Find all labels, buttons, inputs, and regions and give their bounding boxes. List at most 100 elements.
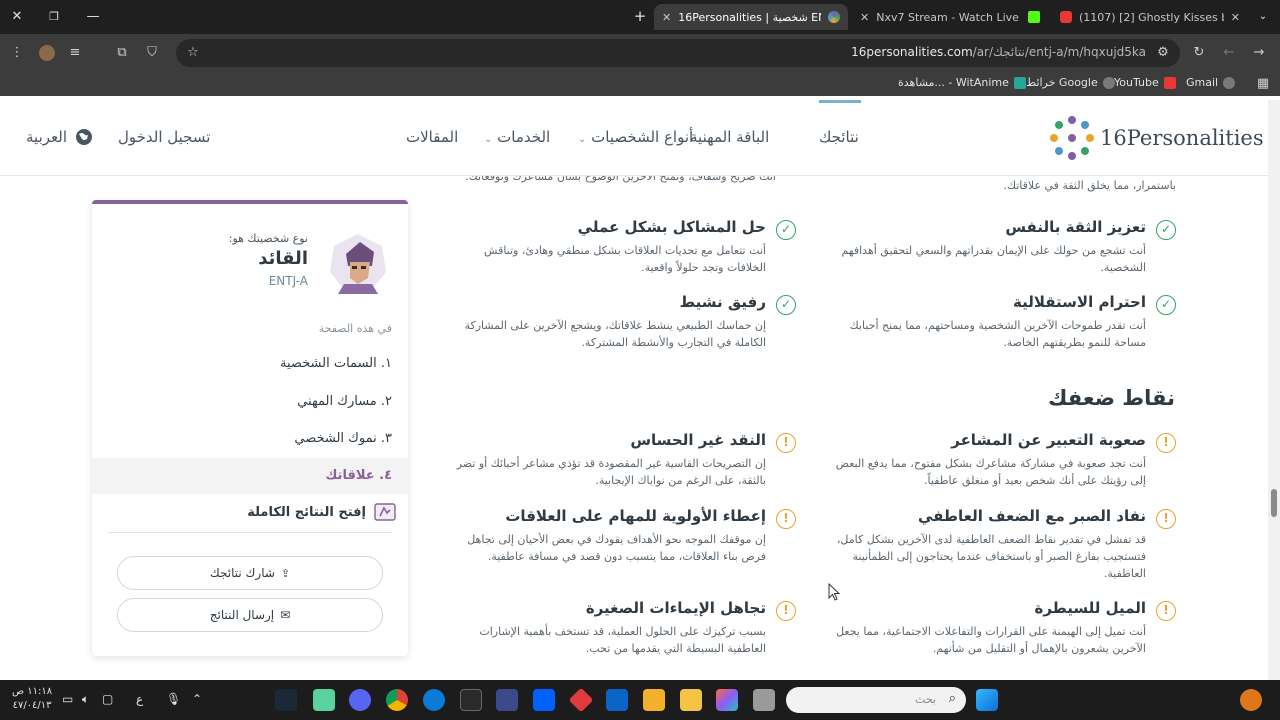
unlock-label: إفتح النتائج الكاملة — [247, 504, 366, 520]
bookmark-label: خرائط Google — [1026, 76, 1098, 89]
nav-label: الخدمات — [497, 128, 551, 146]
warning-icon: ! — [1156, 509, 1176, 529]
login-link[interactable]: تسجيل الدخول — [118, 128, 210, 146]
weakness-description: أنت تجد صعوبة في مشاركة مشاعرك بشكل مفتو… — [835, 457, 1146, 487]
taskbar-search[interactable]: بحث ⌕ — [786, 687, 966, 713]
steam-icon[interactable] — [275, 689, 297, 711]
checkmark-icon: ✓ — [1156, 295, 1176, 315]
minimize-window-icon[interactable]: — — [84, 8, 102, 26]
app-gray-icon[interactable] — [753, 689, 775, 711]
windows-start-icon[interactable] — [976, 689, 998, 711]
weakness-title: الميل للسيطرة — [1034, 599, 1146, 617]
youtube-favicon-icon — [1060, 11, 1072, 23]
show-hidden-icons-chevron-icon[interactable]: ⌃ — [192, 692, 202, 706]
app-red-icon[interactable] — [568, 687, 594, 713]
bookmarks-bar: Gmail YouTube خرائط Google مشاهدة... - W… — [0, 72, 1280, 96]
chevron-down-icon: ⌄ — [578, 134, 587, 145]
envelope-icon: ✉ — [280, 608, 291, 622]
close-tab-icon[interactable]: ✕ — [860, 11, 869, 24]
epic-games-icon[interactable] — [460, 689, 482, 711]
outlook-icon[interactable] — [606, 689, 628, 711]
system-clock[interactable]: ١١:١٨ ص ٤٧/٠٤/١٣ — [12, 685, 52, 713]
checkmark-icon: ✓ — [776, 220, 796, 240]
logo-dots-icon — [1050, 116, 1094, 160]
sidebar-link-career[interactable]: ٢. مسارك المهني — [104, 384, 396, 420]
playlist-icon[interactable]: ≡ — [66, 44, 84, 62]
sidebar-link-traits[interactable]: ١. السمات الشخصية — [104, 346, 396, 382]
site-logo[interactable]: 16Personalities — [1050, 116, 1264, 160]
tab-kick-stream[interactable]: ✕ Nxv7 Stream - Watch Live on Ki — [852, 4, 1048, 30]
sidebar-link-relationships[interactable]: ٤. علاقاتك — [92, 458, 408, 494]
chrome-icon[interactable] — [386, 689, 408, 711]
weakness-description: إن التصريحات القاسية غير المقصودة قد تؤذ… — [456, 457, 766, 487]
screen: ✕ ❐ — + ✕ 16Personalities | شخصية ENTJ (… — [0, 0, 1280, 720]
warning-icon: ! — [776, 509, 796, 529]
send-results-button[interactable]: ✉ إرسال النتائج — [117, 598, 383, 632]
back-arrow-icon[interactable]: → — [1250, 44, 1268, 62]
network-icon[interactable]: ▢ — [102, 692, 113, 706]
close-tab-icon[interactable]: ✕ — [1231, 11, 1240, 24]
tab-search-chevron-icon[interactable]: ⌄ — [1254, 8, 1272, 26]
bookmark-star-icon[interactable]: ☆ — [184, 44, 202, 62]
clock-time: ١١:١٨ ص — [12, 686, 53, 697]
forward-arrow-icon[interactable]: ← — [1220, 44, 1238, 62]
extensions-icon[interactable]: ⧉ — [113, 44, 131, 62]
dropbox-icon[interactable] — [533, 689, 555, 711]
nav-your-results[interactable]: نتائجك — [819, 128, 859, 146]
menu-dots-icon[interactable]: ⋮ — [8, 44, 26, 62]
volume-icon[interactable]: 🔈︎ — [82, 692, 89, 707]
language-selector[interactable]: العربية — [26, 128, 93, 146]
edge-icon[interactable] — [423, 689, 445, 711]
url-text: 16personalities.com/ar/نتائجك/entj-a/m/h… — [851, 45, 1146, 59]
weakness-description: قد تفشل في تقدير نقاط الضعف العاطفية لدى… — [836, 533, 1146, 580]
restore-window-icon[interactable]: ❐ — [45, 8, 63, 26]
address-bar[interactable]: ☆ 16personalities.com/ar/نتائجك/entj-a/m… — [176, 39, 1180, 67]
checkmark-icon: ✓ — [776, 295, 796, 315]
share-results-button[interactable]: ⇪ شارك نتائجك — [117, 556, 383, 590]
app-green-icon[interactable] — [313, 689, 335, 711]
tab-16personalities[interactable]: ✕ 16Personalities | شخصية ENTJ ( — [654, 4, 848, 30]
nav-career-package[interactable]: الباقة المهنية — [690, 128, 769, 146]
unlock-full-results-link[interactable]: إفتح النتائج الكاملة — [247, 502, 396, 522]
page-scrollbar[interactable] — [1268, 100, 1280, 680]
url-path: /ar/نتائجك/entj-a/m/hqxujd5ka — [972, 45, 1146, 59]
nav-services[interactable]: الخدمات ⌄ — [484, 128, 550, 146]
all-bookmarks-icon[interactable]: ▦ — [1254, 75, 1272, 93]
warning-icon: ! — [776, 601, 796, 621]
bookmark-youtube[interactable]: YouTube — [1114, 76, 1176, 89]
app-blue-icon[interactable] — [496, 689, 518, 711]
nav-articles[interactable]: المقالات — [406, 128, 458, 146]
copilot-icon[interactable] — [716, 689, 738, 711]
search-icon: ⌕ — [948, 691, 956, 706]
witanime-icon — [1013, 76, 1026, 89]
battery-icon[interactable]: ▭ — [62, 692, 73, 706]
strength-title: حل المشاكل بشكل عملي — [577, 218, 766, 236]
bookmark-google-maps[interactable]: خرائط Google — [1026, 76, 1115, 89]
sidebar-link-growth[interactable]: ٣. نموك الشخصي — [104, 421, 396, 457]
notification-badge-icon[interactable] — [1240, 689, 1262, 711]
file-explorer-icon[interactable] — [680, 689, 702, 711]
on-this-page-label: في هذه الصفحة — [318, 322, 392, 335]
warning-icon: ! — [776, 433, 796, 453]
scrollbar-thumb[interactable] — [1271, 489, 1277, 517]
shield-icon[interactable]: ⛉ — [143, 44, 161, 62]
site-settings-icon[interactable]: ⚙ — [1154, 44, 1172, 62]
bookmark-gmail[interactable]: Gmail — [1186, 76, 1236, 89]
close-window-icon[interactable]: ✕ — [8, 8, 26, 26]
microphone-icon[interactable]: 🎙︎ — [166, 692, 181, 706]
new-tab-button[interactable]: + — [632, 8, 648, 24]
profile-avatar-icon[interactable] — [38, 44, 56, 62]
discord-icon[interactable] — [349, 689, 371, 711]
store-icon[interactable] — [643, 689, 665, 711]
close-tab-icon[interactable]: ✕ — [662, 11, 671, 24]
web-page: 16Personalities نتائجك الباقة المهنية أن… — [0, 100, 1268, 680]
input-language[interactable]: ع — [136, 692, 143, 706]
reload-icon[interactable]: ↻ — [1190, 44, 1208, 62]
sidebar-divider — [108, 532, 392, 533]
bookmark-label: Gmail — [1186, 76, 1219, 89]
tab-youtube[interactable]: (1107) [2] Ghostly Kisses bu ✕ — [1052, 4, 1248, 30]
nav-personality-types[interactable]: أنواع الشخصيات ⌄ — [578, 128, 693, 146]
send-label: إرسال النتائج — [209, 608, 275, 622]
nav-label: أنواع الشخصيات — [591, 128, 694, 146]
bookmark-witanime[interactable]: مشاهدة... - WitAnime — [898, 76, 1026, 89]
